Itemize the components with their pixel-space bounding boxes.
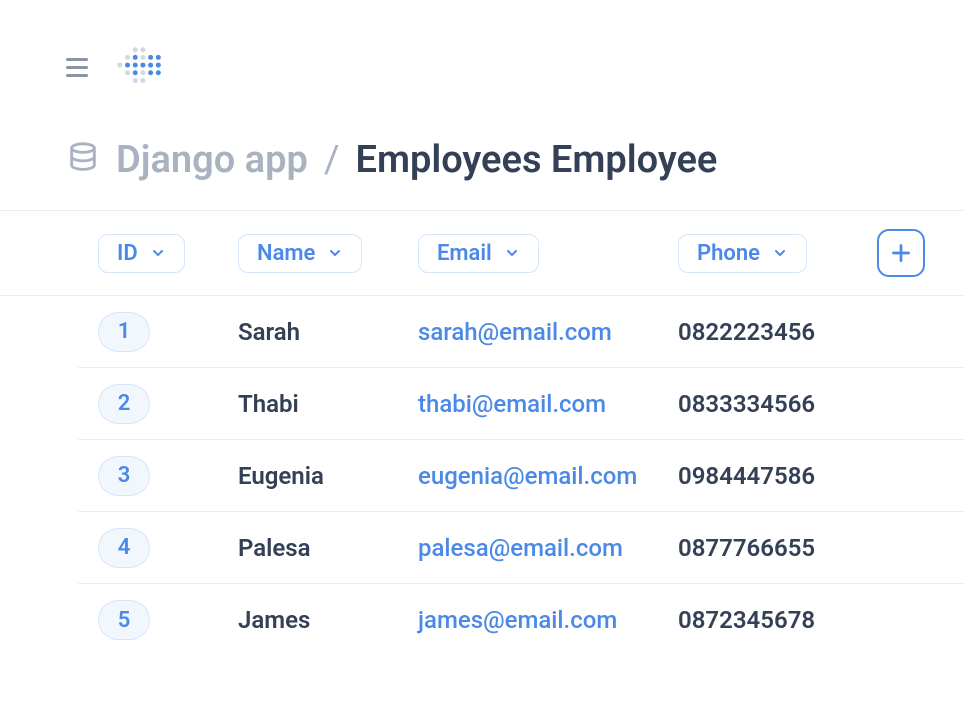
table-row[interactable]: 2 Thabi thabi@email.com 0833334566 [78, 368, 965, 440]
column-header-label: ID [117, 241, 138, 266]
row-email-link[interactable]: thabi@email.com [418, 390, 678, 418]
column-header-label: Email [437, 241, 492, 266]
breadcrumb-app-link[interactable]: Django app [116, 138, 308, 182]
page-title: Employees Employee [356, 138, 718, 182]
data-table: ID Name Email [0, 210, 965, 656]
row-name: Sarah [238, 318, 418, 346]
column-header-phone[interactable]: Phone [678, 234, 807, 273]
hamburger-icon [66, 74, 88, 77]
table-row[interactable]: 3 Eugenia eugenia@email.com 0984447586 [78, 440, 965, 512]
logo-dots-icon [116, 41, 166, 93]
column-header-email[interactable]: Email [418, 234, 539, 273]
row-name: Palesa [238, 534, 418, 562]
row-phone: 0877766655 [678, 534, 815, 562]
chevron-down-icon [150, 245, 166, 261]
table-header-row: ID Name Email [0, 211, 965, 296]
table-body: 1 Sarah sarah@email.com 0822223456 2 Tha… [0, 296, 965, 656]
topbar [0, 0, 965, 110]
row-email-link[interactable]: james@email.com [418, 606, 678, 634]
row-email-link[interactable]: sarah@email.com [418, 318, 678, 346]
breadcrumb: Django app / Employees Employee [0, 110, 965, 210]
row-id-badge: 4 [98, 528, 150, 568]
row-id-badge: 5 [98, 600, 150, 640]
row-email-link[interactable]: palesa@email.com [418, 534, 678, 562]
chevron-down-icon [772, 245, 788, 261]
column-header-name[interactable]: Name [238, 234, 362, 273]
row-id-badge: 3 [98, 456, 150, 496]
row-phone: 0822223456 [678, 318, 815, 346]
row-name: Thabi [238, 390, 418, 418]
row-id-badge: 1 [98, 312, 150, 352]
column-header-label: Phone [697, 241, 760, 266]
plus-icon [888, 240, 914, 266]
app-logo [116, 42, 166, 92]
row-email-link[interactable]: eugenia@email.com [418, 462, 678, 490]
table-row[interactable]: 5 James james@email.com 0872345678 [78, 584, 965, 656]
hamburger-icon [66, 58, 88, 61]
row-name: Eugenia [238, 462, 418, 490]
row-id-badge: 2 [98, 384, 150, 424]
menu-toggle-button[interactable] [66, 58, 88, 77]
table-row[interactable]: 4 Palesa palesa@email.com 0877766655 [78, 512, 965, 584]
table-row[interactable]: 1 Sarah sarah@email.com 0822223456 [78, 296, 965, 368]
row-phone: 0984447586 [678, 462, 815, 490]
breadcrumb-separator: / [324, 138, 340, 182]
row-phone: 0833334566 [678, 390, 815, 418]
column-header-label: Name [257, 241, 315, 266]
add-record-button[interactable] [877, 229, 925, 277]
chevron-down-icon [504, 245, 520, 261]
hamburger-icon [66, 66, 88, 69]
chevron-down-icon [327, 245, 343, 261]
database-icon [66, 141, 100, 179]
row-phone: 0872345678 [678, 606, 815, 634]
column-header-id[interactable]: ID [98, 234, 185, 273]
row-name: James [238, 606, 418, 634]
